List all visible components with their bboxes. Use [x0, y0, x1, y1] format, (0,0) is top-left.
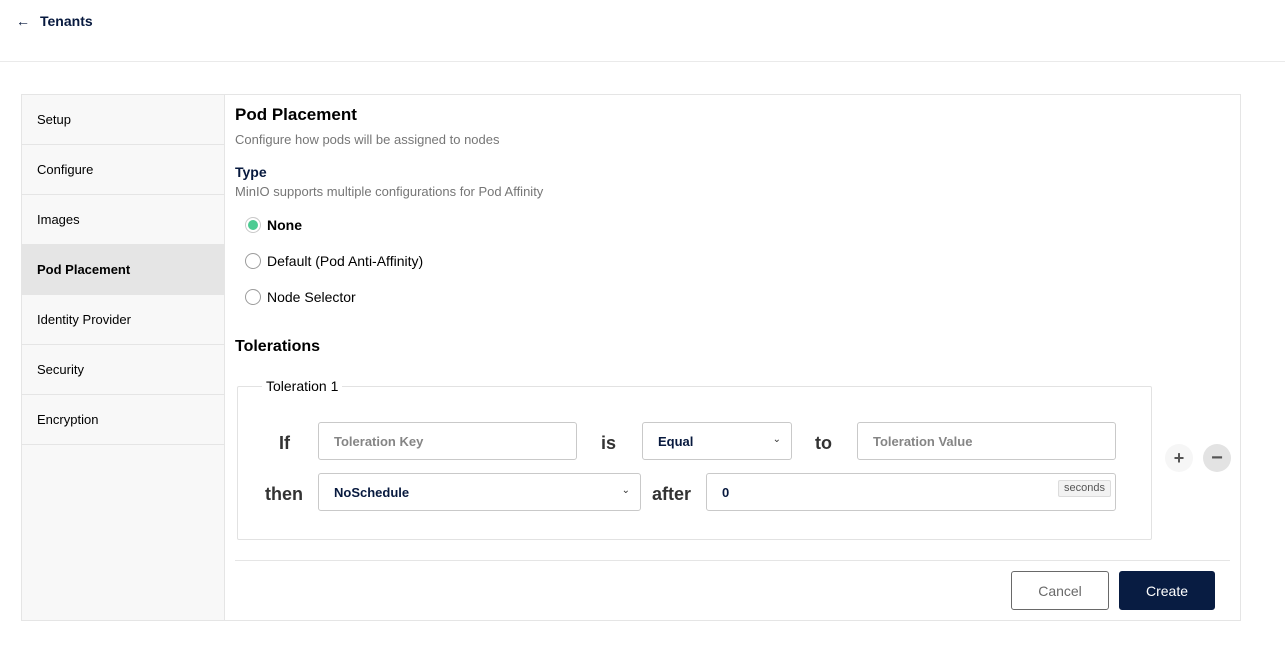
page-description: Configure how pods will be assigned to n… — [235, 132, 500, 147]
tolerations-heading: Tolerations — [235, 338, 321, 355]
back-to-tenants-link[interactable]: ← Tenants — [16, 12, 93, 30]
operator-select[interactable]: Equal ⌄ — [642, 422, 792, 460]
radio-selected-icon[interactable] — [245, 217, 261, 233]
create-button[interactable]: Create — [1119, 571, 1215, 610]
sidebar-item-pod-placement[interactable]: Pod Placement — [22, 245, 224, 295]
radio-label-none: None — [267, 217, 302, 233]
toleration-value-placeholder: Toleration Value — [873, 433, 973, 449]
then-label: then — [265, 484, 303, 504]
toleration-value-input[interactable]: Toleration Value — [857, 422, 1116, 460]
sidebar-item-images[interactable]: Images — [22, 195, 224, 245]
radio-unselected-icon[interactable] — [245, 253, 261, 269]
top-bar: ← Tenants — [0, 0, 1285, 62]
type-description: MinIO supports multiple configurations f… — [235, 184, 544, 199]
cancel-button[interactable]: Cancel — [1011, 571, 1109, 610]
type-heading: Type — [235, 164, 267, 180]
add-toleration-button[interactable]: + — [1165, 444, 1193, 472]
is-label: is — [601, 433, 617, 453]
footer-divider — [235, 560, 1230, 561]
remove-toleration-button[interactable]: − — [1203, 444, 1231, 472]
page-title: Pod Placement — [235, 105, 357, 124]
if-label: If — [279, 433, 290, 453]
radio-label-default: Default (Pod Anti-Affinity) — [267, 253, 424, 269]
radio-option-none[interactable]: None — [245, 217, 302, 233]
arrow-left-icon: ← — [16, 13, 30, 29]
radio-option-node-selector[interactable]: Node Selector — [245, 289, 356, 305]
chevron-down-icon: ⌄ — [621, 485, 630, 496]
chevron-down-icon: ⌄ — [772, 434, 781, 445]
sidebar-item-configure[interactable]: Configure — [22, 145, 224, 195]
minus-icon: − — [1211, 446, 1223, 469]
toleration-legend: Toleration 1 — [266, 378, 339, 394]
sidebar-item-security[interactable]: Security — [22, 345, 224, 395]
effect-select[interactable]: NoSchedule ⌄ — [318, 473, 641, 511]
wizard-panel: Setup Configure Images Pod Placement Ide… — [21, 94, 1241, 621]
wizard-sidebar: Setup Configure Images Pod Placement Ide… — [22, 95, 225, 620]
seconds-value: 0 — [722, 484, 730, 500]
pod-placement-section: Pod Placement Configure how pods will be… — [235, 95, 1231, 620]
radio-option-default[interactable]: Default (Pod Anti-Affinity) — [245, 253, 423, 269]
seconds-input[interactable]: 0 seconds — [706, 473, 1116, 511]
plus-icon: + — [1173, 447, 1185, 468]
after-label: after — [652, 484, 692, 504]
effect-value: NoSchedule — [334, 484, 410, 500]
to-label: to — [815, 433, 832, 453]
radio-unselected-icon[interactable] — [245, 289, 261, 305]
sidebar-item-identity-provider[interactable]: Identity Provider — [22, 295, 224, 345]
back-link-label: Tenants — [40, 13, 93, 29]
radio-label-node-selector: Node Selector — [267, 289, 356, 305]
sidebar-item-encryption[interactable]: Encryption — [22, 395, 224, 445]
sidebar-item-setup[interactable]: Setup — [22, 95, 224, 145]
operator-value: Equal — [658, 433, 694, 449]
seconds-unit-badge: seconds — [1058, 480, 1111, 497]
toleration-key-input[interactable]: Toleration Key — [318, 422, 577, 460]
toleration-key-placeholder: Toleration Key — [334, 433, 424, 449]
